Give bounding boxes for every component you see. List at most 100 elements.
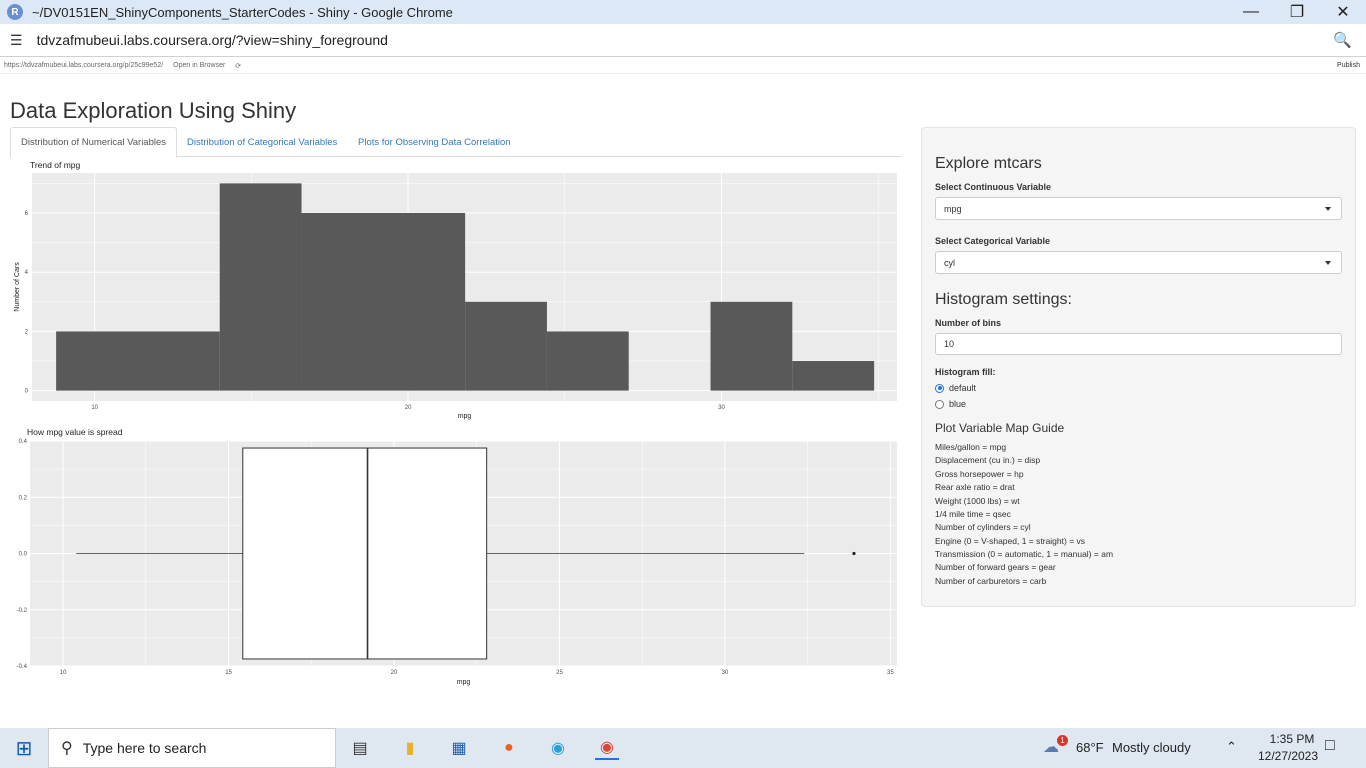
radio-dot[interactable]: [935, 383, 944, 393]
outlier-point: [852, 551, 856, 556]
weather-temp[interactable]: 68°F: [1076, 740, 1104, 755]
minimize-icon[interactable]: —: [1228, 0, 1274, 24]
page-title: Data Exploration Using Shiny: [10, 98, 297, 123]
windows-start-icon[interactable]: ⊞: [12, 736, 36, 760]
continuous-label: Select Continuous Variable: [935, 182, 1052, 192]
categorical-value: cyl: [944, 257, 955, 268]
x-tick-label: 30: [718, 405, 725, 411]
continuous-value: mpg: [944, 203, 962, 214]
window-titlebar: R ~/DV0151EN_ShinyComponents_StarterCode…: [0, 0, 1366, 24]
guide-line: 1/4 mile time = qsec: [935, 509, 1011, 519]
boxplot-chart: -0.4 -0.2 0.0 0.2 0.4 10 15 20 25 30 35 mpg: [17, 439, 897, 686]
x-tick-label: 30: [722, 670, 729, 676]
x-tick-label: 35: [887, 670, 894, 676]
tab-numerical[interactable]: Distribution of Numerical Variables: [10, 127, 178, 158]
y-tick-label: 0.4: [19, 439, 28, 445]
guide-line: Rear axle ratio = drat: [935, 482, 1015, 492]
tab-correlation[interactable]: Plots for Observing Data Correlation: [348, 127, 521, 157]
y-tick-label: -0.4: [17, 664, 28, 670]
y-tick-label: -0.2: [17, 608, 28, 614]
firefox-icon[interactable]: ●: [497, 736, 521, 760]
viewer-toolbar: https://tdvzafmubeui.labs.coursera.org/p…: [0, 58, 1366, 74]
radio-dot[interactable]: [935, 399, 944, 409]
address-bar[interactable]: ☰ tdvzafmubeui.labs.coursera.org/?view=s…: [0, 24, 1366, 57]
y-tick-label: 4: [25, 270, 29, 276]
x-tick-label: 15: [225, 670, 232, 676]
histogram-bar: [219, 183, 302, 391]
store-icon[interactable]: ▦: [447, 736, 471, 760]
guide-line: Displacement (cu in.) = disp: [935, 455, 1041, 465]
guide-line: Transmission (0 = automatic, 1 = manual)…: [935, 549, 1114, 559]
url-text[interactable]: tdvzafmubeui.labs.coursera.org/?view=shi…: [37, 32, 388, 48]
windows-taskbar: ⊞ ⚲ Type here to search ▤ ▮ ▦ ● ◉ ◉ ☁ 1 …: [0, 728, 1366, 768]
notification-icon[interactable]: □: [1325, 737, 1335, 755]
histogram-title: Trend of mpg: [30, 160, 81, 170]
histogram-bar: [301, 212, 466, 391]
y-tick-label: 0: [25, 389, 29, 395]
guide-line: Number of carburetors = carb: [935, 576, 1047, 586]
search-icon[interactable]: 🔍: [1333, 31, 1352, 49]
clock-date[interactable]: 12/27/2023: [1250, 749, 1326, 763]
weather-text[interactable]: Mostly cloudy: [1112, 740, 1191, 755]
guide-line: Number of forward gears = gear: [935, 562, 1056, 572]
task-view-icon[interactable]: ▤: [348, 736, 372, 760]
x-axis-label: mpg: [457, 679, 471, 686]
viewer-url: https://tdvzafmubeui.labs.coursera.org/p…: [4, 62, 164, 69]
guide-line: Number of cylinders = cyl: [935, 522, 1031, 532]
histogram-settings-heading: Histogram settings:: [935, 291, 1072, 308]
guide-line: Gross horsepower = hp: [935, 469, 1024, 479]
y-tick-label: 0.0: [19, 552, 28, 558]
file-explorer-icon[interactable]: ▮: [398, 736, 422, 760]
x-axis-label: mpg: [458, 413, 472, 420]
guide-line: Engine (0 = V-shaped, 1 = straight) = vs: [935, 536, 1086, 546]
bins-input[interactable]: 10: [935, 333, 1342, 355]
histogram-chart: 0 2 4 6 10 20 30 mpg Number of Cars: [14, 173, 897, 420]
radio-blue-label: blue: [949, 399, 967, 409]
open-in-browser-button[interactable]: Open in Browser: [173, 62, 225, 69]
continuous-select[interactable]: mpg: [935, 197, 1342, 220]
histogram-bar: [56, 331, 220, 391]
guide-heading: Plot Variable Map Guide: [935, 421, 1065, 435]
restore-icon[interactable]: ❐: [1274, 0, 1320, 24]
sidebar-panel: Explore mtcars Select Continuous Variabl…: [921, 127, 1356, 607]
histogram-bar: [710, 301, 793, 391]
boxplot-title: How mpg value is spread: [27, 427, 123, 437]
categorical-label: Select Categorical Variable: [935, 236, 1051, 246]
y-tick-label: 2: [25, 329, 29, 335]
taskbar-search[interactable]: ⚲ Type here to search: [48, 728, 336, 768]
histogram-bar: [546, 331, 629, 391]
close-icon[interactable]: ✕: [1320, 0, 1366, 24]
x-tick-label: 20: [391, 670, 398, 676]
radio-default-label: default: [949, 383, 977, 393]
refresh-icon[interactable]: ⟳: [235, 62, 241, 70]
window-title: ~/DV0151EN_ShinyComponents_StarterCodes …: [32, 4, 453, 20]
guide-line: Miles/gallon = mpg: [935, 442, 1007, 452]
fill-label: Histogram fill:: [935, 367, 996, 377]
y-tick-label: 0.2: [19, 495, 28, 501]
chrome-icon[interactable]: ◉: [595, 736, 619, 760]
radio-blue[interactable]: blue: [935, 399, 966, 409]
sidebar-heading: Explore mtcars: [935, 155, 1042, 172]
edge-icon[interactable]: ◉: [546, 736, 570, 760]
clock-time[interactable]: 1:35 PM: [1262, 732, 1322, 746]
x-tick-label: 10: [60, 670, 67, 676]
taskbar-search-placeholder: Type here to search: [82, 740, 207, 756]
chevron-down-icon: [1325, 261, 1331, 265]
site-info-icon[interactable]: ☰: [10, 32, 23, 49]
rstudio-icon: R: [7, 4, 23, 20]
x-tick-label: 20: [405, 405, 412, 411]
tab-categorical[interactable]: Distribution of Categorical Variables: [177, 127, 347, 157]
publish-button[interactable]: Publish: [1337, 62, 1360, 69]
tabset: Distribution of Numerical Variables Dist…: [10, 127, 902, 158]
y-tick-label: 6: [25, 211, 29, 217]
x-tick-label: 25: [556, 670, 563, 676]
guide-line: Weight (1000 lbs) = wt: [935, 496, 1020, 506]
weather-badge: 1: [1057, 735, 1068, 746]
x-tick-label: 10: [91, 405, 98, 411]
chevron-down-icon: [1325, 207, 1331, 211]
radio-default[interactable]: default: [935, 383, 976, 393]
histogram-bar: [792, 361, 875, 391]
iqr-box: [242, 447, 488, 660]
chevron-up-icon[interactable]: ⌃: [1226, 739, 1237, 755]
categorical-select[interactable]: cyl: [935, 251, 1342, 274]
